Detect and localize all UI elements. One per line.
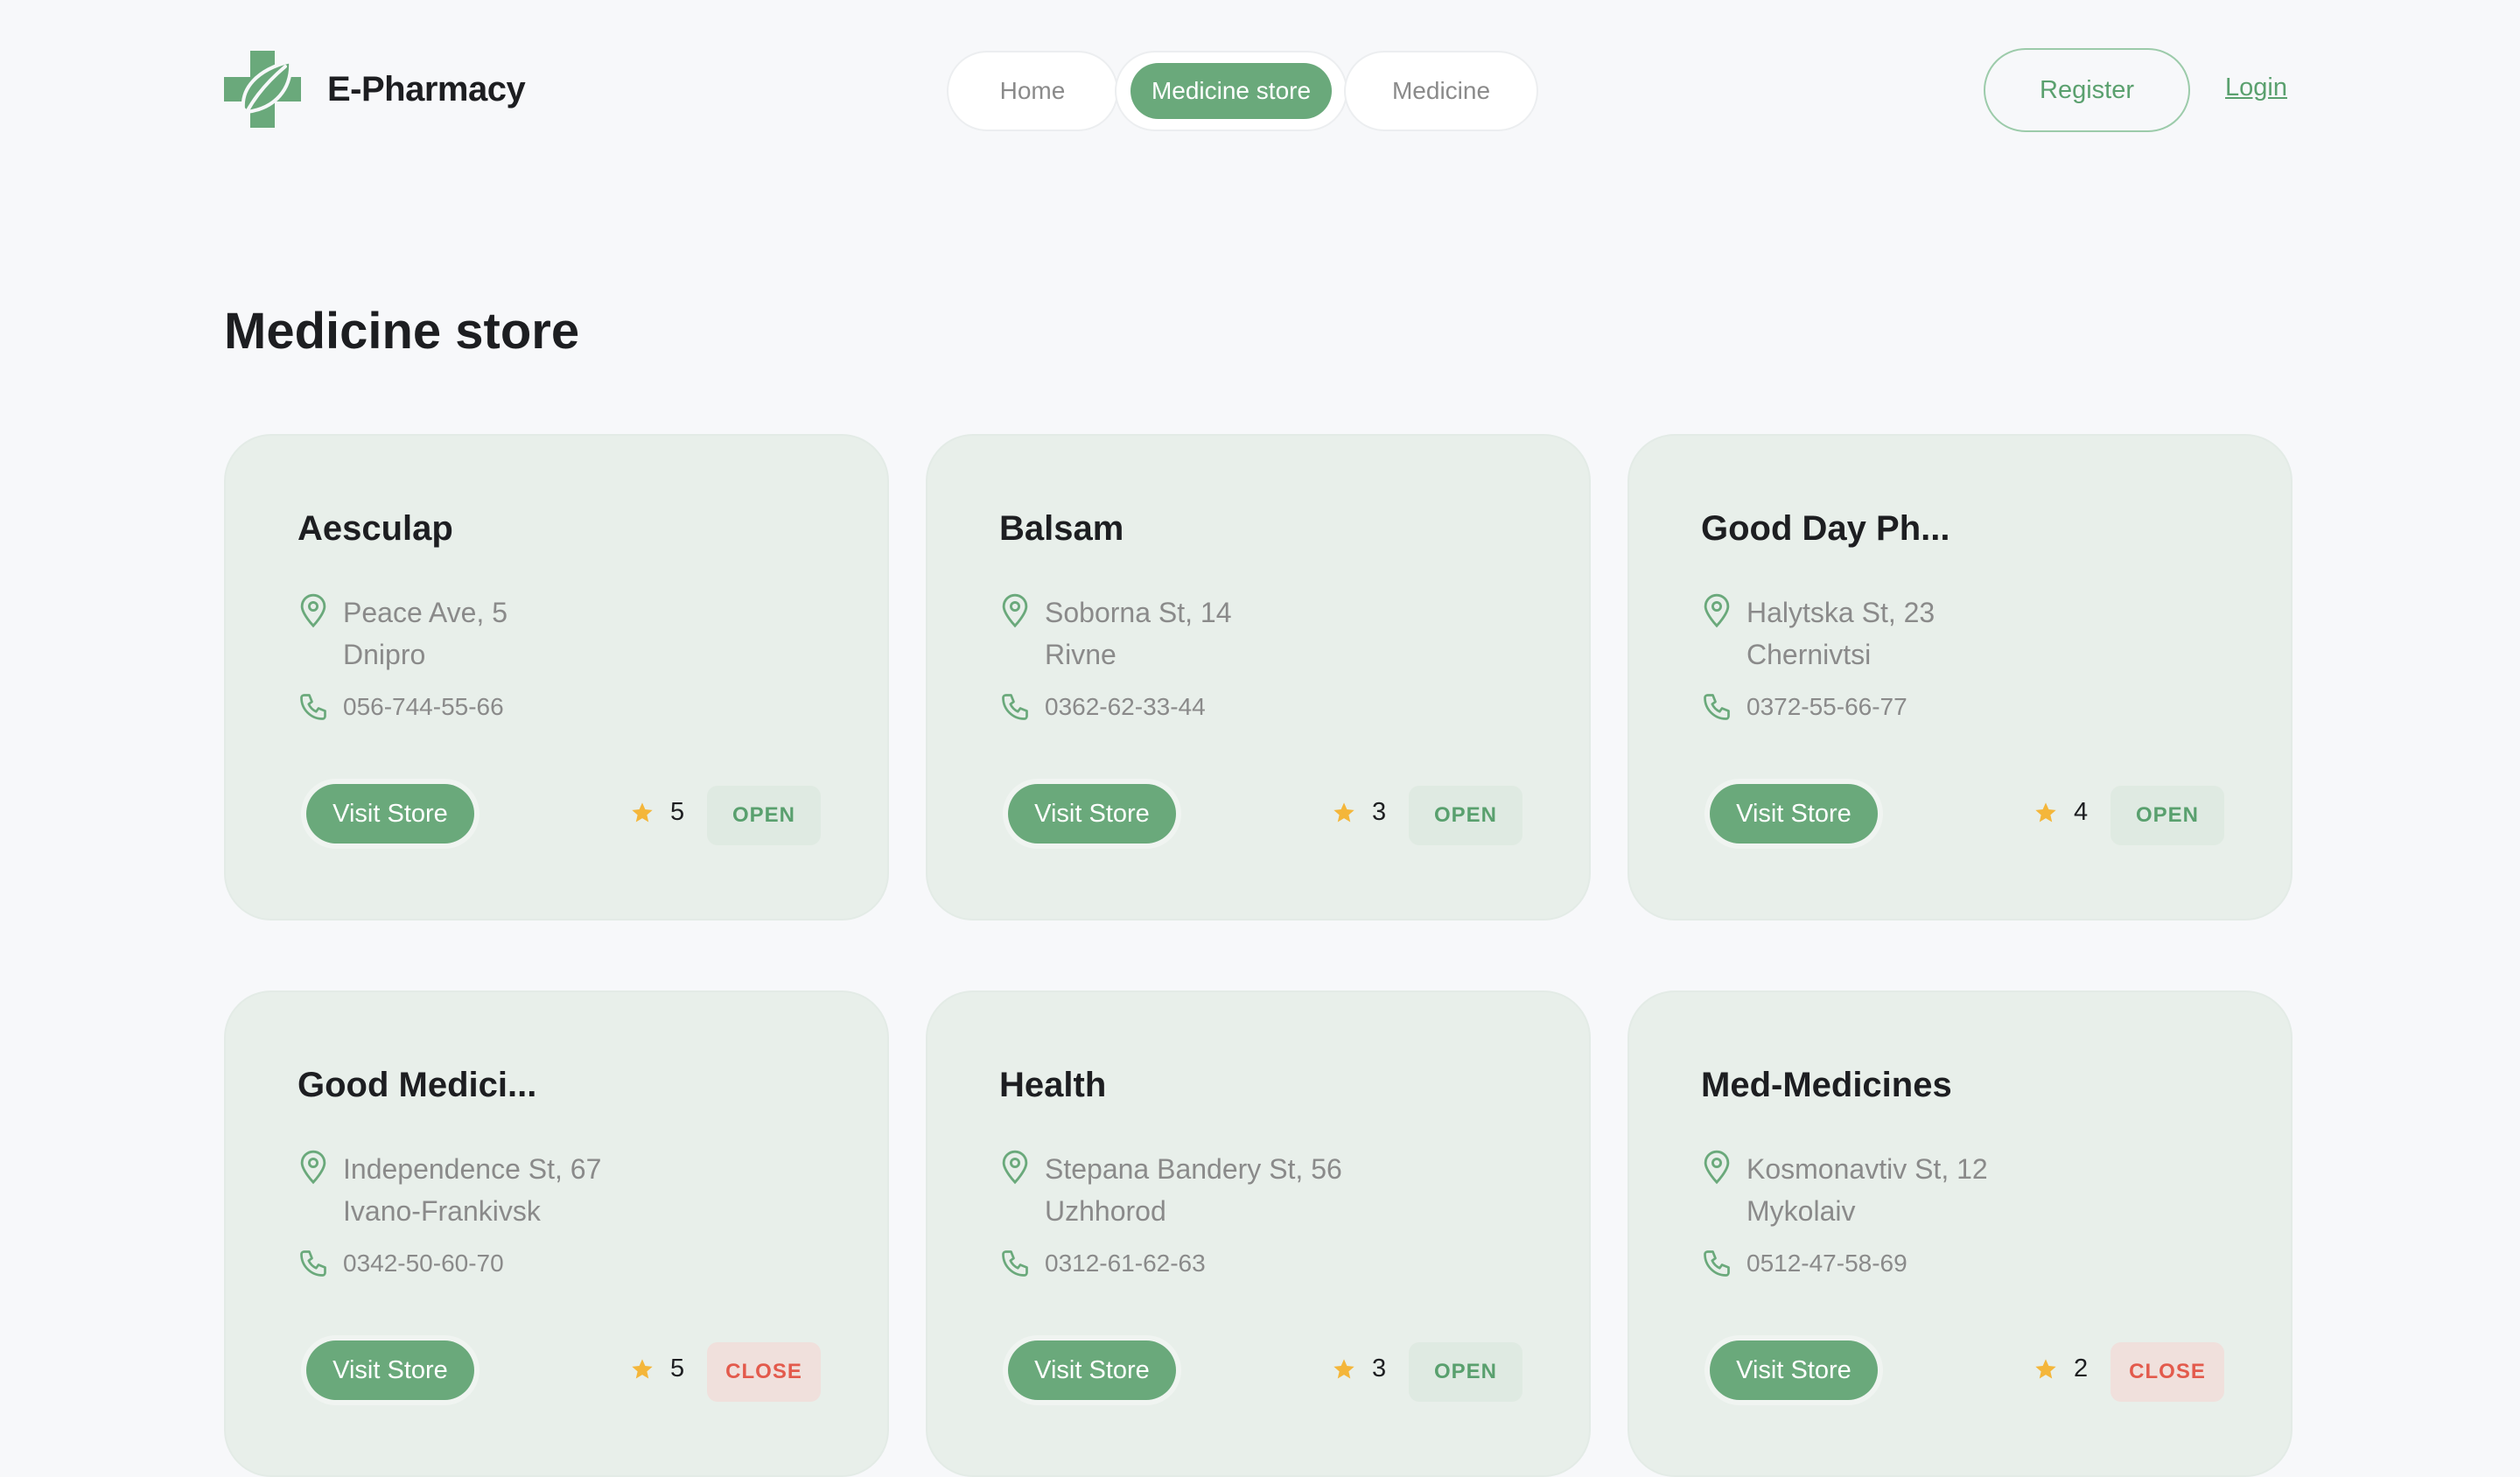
store-card: Health Stepana Bandery St, 56 Uzhhorod 0312… [926,990,1591,1477]
store-city: Dnipro [343,639,426,670]
store-phone-number: 0372-55-66-77 [1746,693,1908,720]
phone-icon [298,1248,329,1279]
brand-logo[interactable]: E-Pharmacy [224,51,526,128]
store-rating: 3 [1332,1354,1386,1383]
star-icon [2034,1357,2058,1382]
nav-medicine-store[interactable]: Medicine store [1115,51,1348,131]
store-card: Good Medici... Independence St, 67 Ivano-F… [224,990,889,1477]
phone-icon [999,691,1031,723]
phone-icon [1701,1248,1732,1279]
store-address: Soborna St, 14 Rivne [999,592,1231,676]
store-phone-number: 0512-47-58-69 [1746,1250,1908,1277]
store-name: Aesculap [298,509,453,548]
store-name: Good Medici... [298,1066,537,1104]
status-badge: OPEN [1409,786,1522,845]
phone-icon [298,691,329,723]
store-rating: 4 [2034,798,2088,827]
store-address: Peace Ave, 5 Dnipro [298,592,508,676]
nav-medicine-store-label: Medicine store [1130,63,1333,119]
map-pin-icon [298,1150,329,1185]
store-phone: 0372-55-66-77 [1701,691,1908,723]
page-title: Medicine store [224,303,580,360]
store-address: Halytska St, 23 Chernivtsi [1701,592,1935,676]
store-rating: 2 [2034,1354,2088,1383]
store-name: Health [999,1066,1107,1104]
rating-value: 3 [1372,798,1387,826]
map-pin-icon [999,593,1031,628]
phone-icon [999,1248,1031,1279]
store-card: Med-Medicines Kosmonavtiv St, 12 Mykolaiv 0… [1628,990,2292,1477]
store-street: Halytska St, 23 [1746,597,1936,628]
nav-home[interactable]: Home [947,51,1118,131]
store-name: Balsam [999,509,1124,548]
store-phone-number: 0362-62-33-44 [1045,693,1206,720]
store-street: Kosmonavtiv St, 12 [1746,1153,1988,1185]
visit-store-button[interactable]: Visit Store [306,784,474,844]
store-phone-number: 056-744-55-66 [343,693,504,720]
store-phone: 0312-61-62-63 [999,1248,1206,1279]
store-name: Med-Medicines [1701,1066,1952,1104]
map-pin-icon [1701,1150,1732,1185]
rating-value: 5 [670,798,685,826]
rating-value: 3 [1372,1354,1387,1382]
status-badge: CLOSE [2110,1342,2224,1402]
status-badge: OPEN [1409,1342,1522,1402]
site-header: E-Pharmacy Home Medicine store Medicine … [0,0,2520,184]
store-city: Rivne [1045,639,1116,670]
nav-home-label: Home [999,77,1066,104]
star-icon [1332,1357,1356,1382]
store-rating: 5 [630,1354,684,1383]
store-address: Stepana Bandery St, 56 Uzhhorod [999,1148,1342,1232]
store-address: Kosmonavtiv St, 12 Mykolaiv [1701,1148,1988,1232]
leaf-cross-icon [224,51,301,128]
store-phone-number: 0342-50-60-70 [343,1250,504,1277]
visit-store-button[interactable]: Visit Store [1710,784,1878,844]
rating-value: 4 [2074,798,2089,826]
main-nav: Home Medicine store Medicine [947,48,1538,134]
register-button[interactable]: Register [1984,48,2190,132]
store-street: Stepana Bandery St, 56 [1045,1153,1342,1185]
brand-name: E-Pharmacy [327,69,526,108]
rating-value: 2 [2074,1354,2089,1382]
store-phone: 0342-50-60-70 [298,1248,504,1279]
store-name: Good Day Ph... [1701,509,1950,548]
store-city: Ivano-Frankivsk [343,1195,541,1227]
map-pin-icon [1701,593,1732,628]
star-icon [2034,801,2058,825]
star-icon [1332,801,1356,825]
nav-medicine[interactable]: Medicine [1344,51,1538,131]
visit-store-button[interactable]: Visit Store [1710,1340,1878,1400]
visit-store-button[interactable]: Visit Store [1008,1340,1176,1400]
nav-medicine-label: Medicine [1391,77,1491,104]
store-phone: 056-744-55-66 [298,691,504,723]
visit-store-button[interactable]: Visit Store [1008,784,1176,844]
store-city: Uzhhorod [1045,1195,1166,1227]
store-card: Good Day Ph... Halytska St, 23 Chernivtsi 0… [1628,434,2292,920]
status-badge: OPEN [2110,786,2224,845]
store-card: Balsam Soborna St, 14 Rivne 0362-62-33-44 Vi… [926,434,1591,920]
store-phone-number: 0312-61-62-63 [1045,1250,1206,1277]
store-address: Independence St, 67 Ivano-Frankivsk [298,1148,601,1232]
store-city: Mykolaiv [1746,1195,1856,1227]
status-badge: OPEN [707,786,821,845]
store-street: Peace Ave, 5 [343,597,508,628]
star-icon [630,801,654,825]
store-phone: 0362-62-33-44 [999,691,1206,723]
store-card: Aesculap Peace Ave, 5 Dnipro 056-744-55-66 V… [224,434,889,920]
rating-value: 5 [670,1354,685,1382]
store-street: Independence St, 67 [343,1153,602,1185]
store-street: Soborna St, 14 [1045,597,1232,628]
store-phone: 0512-47-58-69 [1701,1248,1908,1279]
map-pin-icon [999,1150,1031,1185]
map-pin-icon [298,593,329,628]
login-link[interactable]: Login [2225,74,2287,102]
store-rating: 5 [630,798,684,827]
visit-store-button[interactable]: Visit Store [306,1340,474,1400]
status-badge: CLOSE [707,1342,821,1402]
store-rating: 3 [1332,798,1386,827]
page: E-Pharmacy Home Medicine store Medicine … [0,0,2520,1477]
star-icon [630,1357,654,1382]
phone-icon [1701,691,1732,723]
store-city: Chernivtsi [1746,639,1872,670]
